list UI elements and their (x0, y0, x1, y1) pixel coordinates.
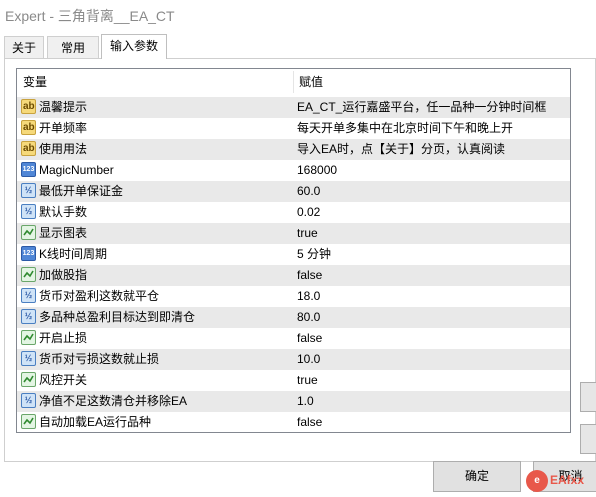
text-icon: ab (21, 99, 36, 114)
parameter-value[interactable]: true (297, 223, 318, 244)
text-icon: ab (21, 120, 36, 135)
parameter-name: 货币对盈利这数就平仓 (39, 289, 160, 303)
tab-bar: 关于 常用 输入参数 (0, 34, 596, 59)
parameter-name: 开启止损 (39, 331, 88, 345)
parameter-name: 最低开单保证金 (39, 184, 124, 198)
parameter-name: 净值不足这数清仓并移除EA (39, 394, 188, 408)
watermark-logo-icon: e (526, 470, 548, 492)
parameter-value[interactable]: true (297, 370, 318, 391)
parameter-name: 使用用法 (39, 142, 88, 156)
table-row[interactable]: 123 K线时间周期 5 分钟 (17, 244, 570, 265)
parameter-name: 显示图表 (39, 226, 88, 240)
title-bar: Expert - 三角背离__EA_CT (0, 0, 596, 30)
parameter-name: 温馨提示 (39, 100, 88, 114)
parameter-value[interactable]: 1.0 (297, 391, 314, 412)
column-header-variable[interactable]: 变量 (23, 69, 47, 95)
parameter-value[interactable]: 5 分钟 (297, 244, 331, 265)
table-row[interactable]: ½ 货币对盈利这数就平仓 18.0 (17, 286, 570, 307)
text-icon: ab (21, 141, 36, 156)
tab-inputs[interactable]: 输入参数 (101, 34, 167, 59)
parameter-value[interactable]: 168000 (297, 160, 337, 181)
double-icon: ½ (21, 288, 36, 303)
parameter-value[interactable]: 80.0 (297, 307, 320, 328)
column-header-value[interactable]: 赋值 (299, 69, 323, 95)
watermark-text: EAfxx (550, 473, 585, 487)
table-row[interactable]: ½ 净值不足这数清仓并移除EA 1.0 (17, 391, 570, 412)
double-icon: ½ (21, 351, 36, 366)
side-button-lower[interactable] (580, 424, 596, 454)
table-row[interactable]: 风控开关 true (17, 370, 570, 391)
parameters-table[interactable]: 变量 赋值 ab 温馨提示 EA_CT_运行嘉盛平台，任一品种一分钟时间框 ab 开单频… (16, 68, 571, 433)
bool-icon (21, 267, 36, 282)
parameter-name: 默认手数 (39, 205, 88, 219)
table-row[interactable]: ½ 货币对亏损这数就止损 10.0 (17, 349, 570, 370)
bool-icon (21, 372, 36, 387)
column-divider[interactable] (293, 71, 294, 93)
parameter-value[interactable]: 60.0 (297, 181, 320, 202)
parameter-name: 开单频率 (39, 121, 88, 135)
table-row[interactable]: ½ 最低开单保证金 60.0 (17, 181, 570, 202)
parameter-name: MagicNumber (39, 163, 114, 177)
parameter-name: 多品种总盈利目标达到即清仓 (39, 310, 196, 324)
parameter-name: 货币对亏损这数就止损 (39, 352, 160, 366)
side-button-upper[interactable] (580, 382, 596, 412)
parameter-value[interactable]: 导入EA时，点【关于】分页，认真阅读 (297, 139, 505, 160)
table-header: 变量 赋值 (17, 69, 570, 95)
double-icon: ½ (21, 204, 36, 219)
parameter-value[interactable]: EA_CT_运行嘉盛平台，任一品种一分钟时间框 (297, 97, 546, 118)
table-row[interactable]: ½ 默认手数 0.02 (17, 202, 570, 223)
bool-icon (21, 225, 36, 240)
table-row[interactable]: 123 MagicNumber 168000 (17, 160, 570, 181)
parameter-value[interactable]: 0.02 (297, 202, 320, 223)
parameter-name: K线时间周期 (39, 247, 108, 261)
table-row[interactable]: ½ 多品种总盈利目标达到即清仓 80.0 (17, 307, 570, 328)
integer-icon: 123 (21, 162, 36, 177)
integer-icon: 123 (21, 246, 36, 261)
tab-about[interactable]: 关于 (4, 36, 44, 58)
table-row[interactable]: 开启止损 false (17, 328, 570, 349)
tab-common[interactable]: 常用 (47, 36, 99, 58)
double-icon: ½ (21, 309, 36, 324)
parameter-value[interactable]: 每天开单多集中在北京时间下午和晚上开 (297, 118, 513, 139)
ok-button[interactable]: 确定 (433, 461, 521, 492)
parameter-name: 加做股指 (39, 268, 88, 282)
parameter-value[interactable]: false (297, 412, 322, 432)
window-title: Expert - 三角背离__EA_CT (5, 8, 175, 24)
table-row[interactable]: 加做股指 false (17, 265, 570, 286)
parameter-value[interactable]: false (297, 265, 322, 286)
parameter-name: 自动加载EA运行品种 (39, 415, 152, 429)
table-row[interactable]: ab 温馨提示 EA_CT_运行嘉盛平台，任一品种一分钟时间框 (17, 97, 570, 118)
parameter-name: 风控开关 (39, 373, 88, 387)
table-row[interactable]: 显示图表 true (17, 223, 570, 244)
parameter-value[interactable]: 18.0 (297, 286, 320, 307)
table-row[interactable]: ab 开单频率 每天开单多集中在北京时间下午和晚上开 (17, 118, 570, 139)
parameter-value[interactable]: 10.0 (297, 349, 320, 370)
parameter-value[interactable]: false (297, 328, 322, 349)
bool-icon (21, 414, 36, 429)
bool-icon (21, 330, 36, 345)
double-icon: ½ (21, 183, 36, 198)
table-row[interactable]: 自动加载EA运行品种 false (17, 412, 570, 432)
table-row[interactable]: ab 使用用法 导入EA时，点【关于】分页，认真阅读 (17, 139, 570, 160)
double-icon: ½ (21, 393, 36, 408)
